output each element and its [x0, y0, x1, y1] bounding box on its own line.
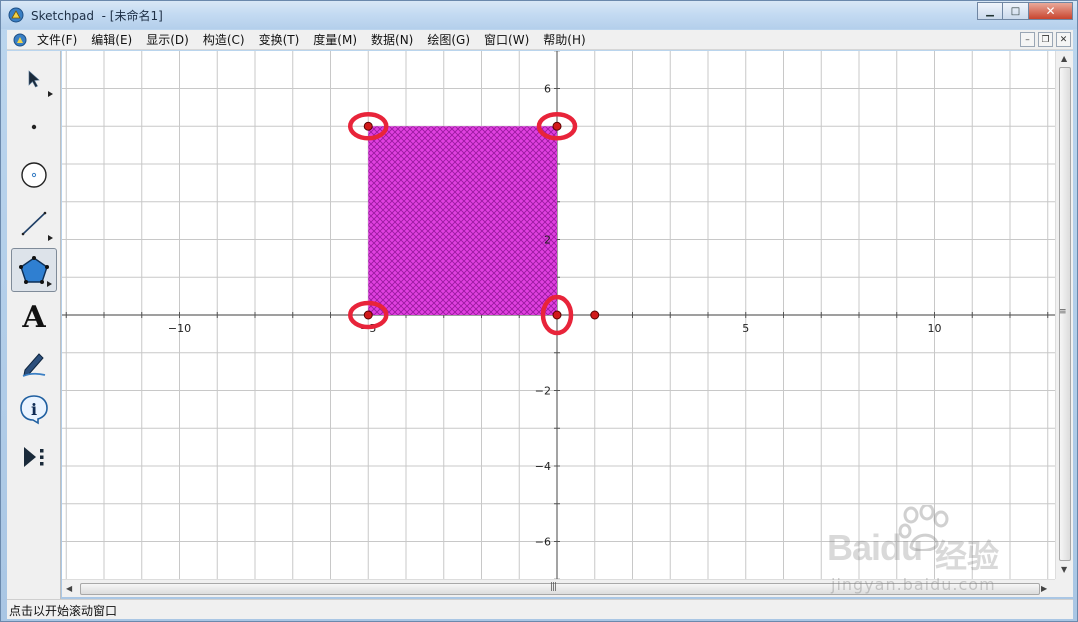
polygon-interior[interactable]	[368, 126, 557, 315]
sketchpad-app-icon	[8, 7, 24, 23]
menu-transform[interactable]: 变换(T)	[259, 32, 307, 48]
document-icon[interactable]	[13, 33, 27, 47]
y-tick-label: 6	[544, 83, 551, 96]
point-tool-icon	[31, 124, 37, 130]
graph-point[interactable]	[363, 310, 373, 320]
custom-tool-icon	[24, 447, 44, 467]
straightedge-tool-icon	[21, 211, 47, 236]
close-icon: ✕	[1059, 34, 1068, 45]
text-tool[interactable]: A	[11, 295, 57, 339]
menu-help[interactable]: 帮助(H)	[543, 32, 592, 48]
menu-edit[interactable]: 编辑(E)	[91, 32, 139, 48]
window-title: Sketchpad - [未命名1]	[31, 9, 163, 23]
coordinate-grid[interactable]: −10 −5 5 1062−2−4−6	[62, 51, 1055, 579]
menu-measure[interactable]: 度量(M)	[313, 32, 364, 48]
title-bar[interactable]: Sketchpad - [未命名1] ▁ □ ✕	[1, 1, 1077, 29]
close-icon: ✕	[1045, 4, 1056, 18]
toolbox: A i	[7, 51, 61, 599]
polygon-tool-icon	[19, 256, 49, 284]
y-tick-label: −6	[535, 536, 551, 549]
menu-data[interactable]: 数据(N)	[371, 32, 420, 48]
scrollbar-corner	[1055, 579, 1073, 597]
scroll-right-icon[interactable]: ▶	[1041, 584, 1047, 593]
marker-tool[interactable]	[11, 341, 57, 385]
menu-bar: 文件(F) 编辑(E) 显示(D) 构造(C) 变换(T) 度量(M) 数据(N…	[7, 30, 1073, 50]
information-tool-icon: i	[20, 395, 48, 425]
menu-construct[interactable]: 构造(C)	[203, 32, 252, 48]
vertical-scrollbar[interactable]: ▲ ≡ ▼	[1055, 51, 1073, 579]
baidu-watermark: Baidu 经验 jingyan.baidu.com	[827, 505, 1027, 595]
point-tool[interactable]	[11, 105, 57, 149]
tool-submenu-indicator	[48, 235, 53, 241]
graph-point[interactable]	[552, 121, 562, 131]
compass-tool[interactable]	[11, 153, 57, 197]
menu-display[interactable]: 显示(D)	[146, 32, 196, 48]
doc-close-button[interactable]: ✕	[1056, 32, 1071, 47]
arrow-tool-icon	[28, 70, 40, 88]
grip-icon: |||	[550, 582, 557, 592]
arrow-tool[interactable]	[11, 57, 57, 101]
window-controls: ▁ □ ✕	[977, 2, 1073, 22]
sketchpad-window: Sketchpad - [未命名1] ▁ □ ✕ 文件(F) 编辑(E) 显示(…	[0, 0, 1078, 622]
grip-icon: ≡	[1059, 307, 1066, 317]
marker-tool-icon	[22, 353, 46, 377]
graph-point[interactable]	[590, 310, 600, 320]
watermark-cn: 经验	[935, 537, 1000, 575]
status-bar: 点击以开始滚动窗口	[7, 599, 1073, 619]
text-tool-icon: A	[22, 299, 46, 335]
information-tool[interactable]: i	[11, 387, 57, 431]
straightedge-tool[interactable]	[11, 201, 57, 245]
doc-restore-button[interactable]: ❐	[1038, 32, 1053, 47]
watermark-brand: Baidu	[827, 527, 923, 568]
graph-point[interactable]	[552, 310, 562, 320]
x-tick-label: −10	[168, 322, 191, 335]
scroll-left-icon[interactable]: ◀	[66, 584, 72, 593]
menu-file[interactable]: 文件(F)	[37, 32, 84, 48]
minimize-button[interactable]: ▁	[977, 2, 1003, 20]
watermark-url: jingyan.baidu.com	[831, 575, 996, 594]
graph-point[interactable]	[363, 121, 373, 131]
custom-tool[interactable]	[11, 435, 57, 479]
tool-submenu-indicator	[47, 281, 52, 287]
tool-submenu-indicator	[48, 91, 53, 97]
menu-graph[interactable]: 绘图(G)	[427, 32, 477, 48]
svg-text:i: i	[31, 400, 37, 419]
restore-icon: ❐	[1041, 34, 1050, 45]
minimize-icon: –	[1025, 34, 1030, 45]
maximize-icon: □	[1010, 5, 1021, 17]
menu-items: 文件(F) 编辑(E) 显示(D) 构造(C) 变换(T) 度量(M) 数据(N…	[37, 32, 600, 48]
y-tick-label: −4	[535, 460, 551, 473]
y-tick-label: 2	[544, 234, 551, 247]
menu-window[interactable]: 窗口(W)	[484, 32, 536, 48]
polygon-tool[interactable]	[11, 248, 57, 292]
doc-minimize-button[interactable]: –	[1020, 32, 1035, 47]
y-tick-label: −2	[535, 385, 551, 398]
document-window-controls: – ❐ ✕	[1020, 32, 1071, 47]
scroll-up-icon[interactable]: ▲	[1061, 54, 1067, 63]
close-button[interactable]: ✕	[1029, 2, 1073, 20]
x-tick-label: 5	[742, 322, 749, 335]
sketch-canvas[interactable]: −10 −5 5 10 6 2 −2 −4 −6	[62, 51, 1055, 579]
compass-tool-icon	[21, 162, 47, 188]
status-text: 点击以开始滚动窗口	[9, 604, 118, 618]
minimize-icon: ▁	[986, 5, 994, 17]
x-tick-label: 10	[928, 322, 942, 335]
scroll-down-icon[interactable]: ▼	[1061, 565, 1067, 574]
maximize-button[interactable]: □	[1003, 2, 1029, 20]
